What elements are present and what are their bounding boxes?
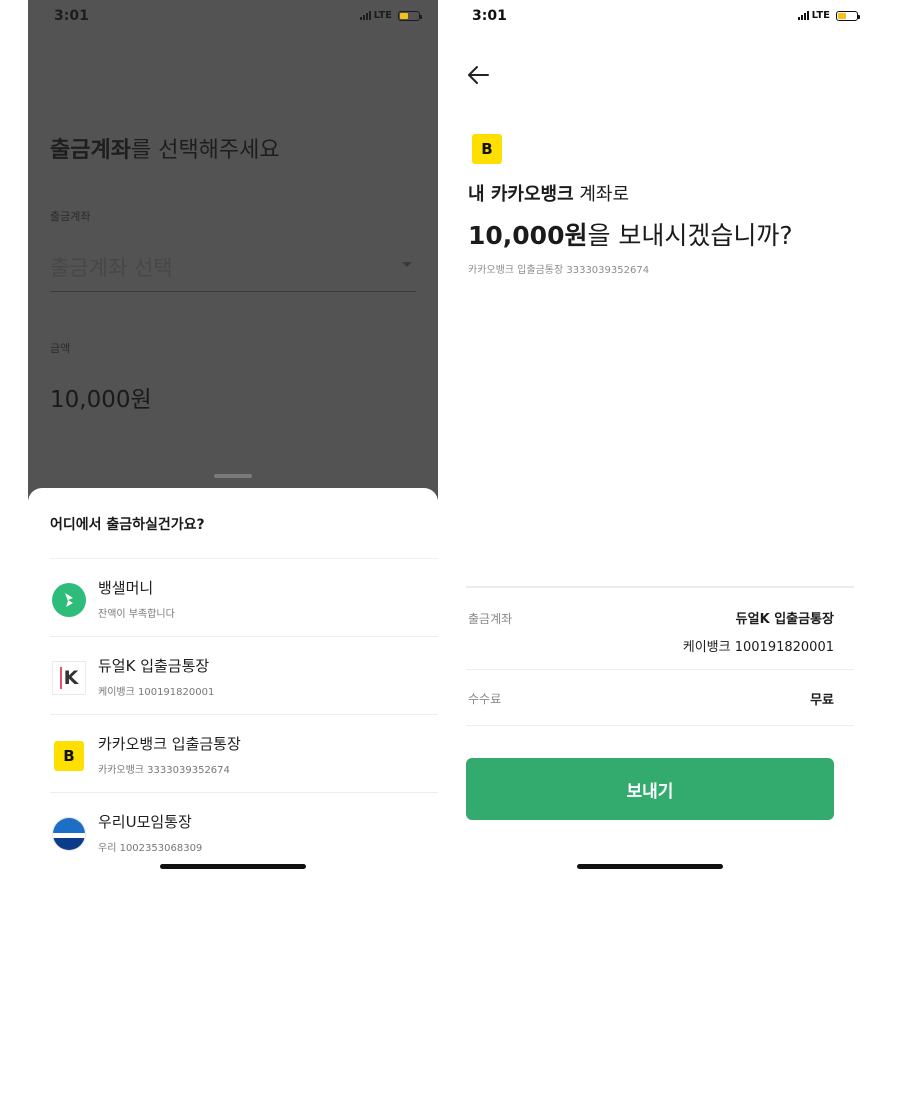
status-time: 3:01 xyxy=(54,8,89,24)
dimmed-background[interactable]: 3:01 LTE 출금계좌를 선택해주세요 출금계좌 출금계좌 선택 금액 10… xyxy=(28,0,438,500)
kakaobank-icon: B xyxy=(54,741,84,771)
caret-down-icon xyxy=(402,262,412,267)
status-time: 3:01 xyxy=(472,8,507,24)
confirm-line-2-rest: 을 보내시겠습니까? xyxy=(587,221,793,250)
fee-label: 수수료 xyxy=(468,692,502,706)
account-name: 듀얼K 입출금통장 xyxy=(98,657,210,675)
woori-bank-icon xyxy=(52,817,86,851)
page-title-bold: 출금계좌 xyxy=(50,138,131,163)
home-indicator[interactable] xyxy=(577,864,723,869)
account-name: 우리U모임통장 xyxy=(98,813,192,831)
account-item-kbank[interactable]: K 듀얼K 입출금통장 케이뱅크 100191820001 xyxy=(50,636,438,714)
kakaobank-icon: B xyxy=(472,134,502,164)
account-sub: 카카오뱅크 3333039352674 xyxy=(98,765,230,776)
page-title-rest: 를 선택해주세요 xyxy=(130,138,280,163)
status-indicators: LTE xyxy=(359,10,422,21)
status-bar: 3:01 LTE xyxy=(446,6,876,28)
amount-label: 금액 xyxy=(50,342,71,355)
amount-value[interactable]: 10,000원 xyxy=(50,380,152,414)
signal-icon xyxy=(797,11,809,20)
status-bar: 3:01 LTE xyxy=(28,6,438,28)
fee-value: 무료 xyxy=(810,693,834,708)
battery-icon xyxy=(836,10,860,21)
withdraw-field-label: 출금계좌 xyxy=(50,210,91,223)
withdraw-account-label: 출금계좌 xyxy=(468,612,513,626)
status-indicators: LTE xyxy=(797,10,860,21)
withdraw-account-name: 듀얼K 입출금통장 xyxy=(735,612,834,627)
account-item-woori[interactable]: 우리U모임통장 우리 1002353068309 xyxy=(50,792,438,870)
sheet-drag-handle[interactable] xyxy=(214,474,252,478)
withdraw-account-number: 케이뱅크 100191820001 xyxy=(682,640,834,655)
sheet-title: 어디에서 출금하실건가요? xyxy=(50,517,205,533)
battery-icon xyxy=(398,10,422,21)
page-title: 출금계좌를 선택해주세요 xyxy=(50,132,280,164)
confirm-line-2: 10,000원을 보내시겠습니까? xyxy=(468,216,793,252)
right-phone-screen: 3:01 LTE B 내 카카오뱅크 계좌로 10,000원을 보내시겠습니까?… xyxy=(446,0,876,872)
network-label: LTE xyxy=(811,10,830,21)
back-arrow-icon[interactable] xyxy=(466,64,492,86)
destination-account: 카카오뱅크 입출금통장 3333039352674 xyxy=(468,265,650,276)
withdraw-account-row: 출금계좌 듀얼K 입출금통장 케이뱅크 100191820001 xyxy=(466,588,854,670)
account-name: 카카오뱅크 입출금통장 xyxy=(98,735,241,753)
account-item-banksalad[interactable]: 뱅샐머니 잔액이 부족합니다 xyxy=(50,558,438,636)
account-item-kakaobank[interactable]: B 카카오뱅크 입출금통장 카카오뱅크 3333039352674 xyxy=(50,714,438,792)
account-sub: 잔액이 부족합니다 xyxy=(98,609,175,620)
confirm-line-1-rest: 계좌로 xyxy=(573,184,630,205)
network-label: LTE xyxy=(373,10,392,21)
banksalad-money-icon xyxy=(52,583,86,617)
account-bottom-sheet: 어디에서 출금하실건가요? 뱅샐머니 잔액이 부족합니다 K 듀얼K 입출금통장… xyxy=(28,474,438,872)
fee-row: 수수료 무료 xyxy=(466,670,854,726)
account-name: 뱅샐머니 xyxy=(98,579,154,597)
home-indicator[interactable] xyxy=(160,864,306,869)
withdraw-account-select[interactable]: 출금계좌 선택 xyxy=(50,248,416,292)
withdraw-placeholder: 출금계좌 선택 xyxy=(50,256,173,280)
send-button[interactable]: 보내기 xyxy=(466,758,834,820)
left-phone-screen: 3:01 LTE 출금계좌를 선택해주세요 출금계좌 출금계좌 선택 금액 10… xyxy=(28,0,438,872)
account-list: 뱅샐머니 잔액이 부족합니다 K 듀얼K 입출금통장 케이뱅크 10019182… xyxy=(28,558,438,870)
account-sub: 케이뱅크 100191820001 xyxy=(98,687,215,698)
signal-icon xyxy=(359,11,371,20)
confirm-bank-name: 내 카카오뱅크 xyxy=(468,184,574,205)
confirm-line-1: 내 카카오뱅크 계좌로 xyxy=(468,180,629,206)
kbank-icon: K xyxy=(52,661,86,695)
account-sub: 우리 1002353068309 xyxy=(98,843,203,854)
confirm-amount: 10,000원 xyxy=(468,221,588,250)
